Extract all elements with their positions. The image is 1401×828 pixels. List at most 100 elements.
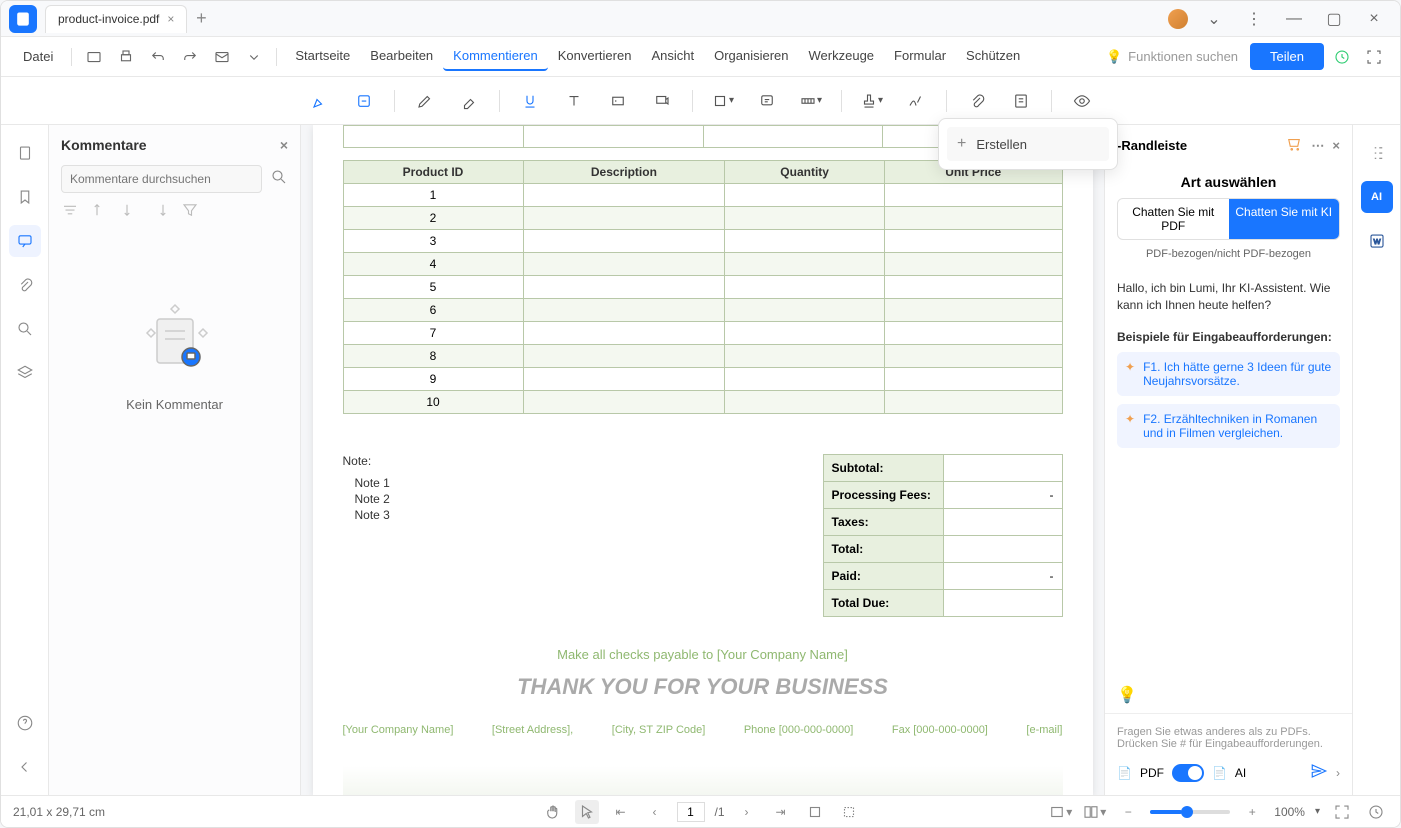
filter-icon[interactable] [181,201,201,221]
comments-search-input[interactable] [61,165,262,193]
sort-icon[interactable] [61,201,81,221]
send-icon[interactable] [1310,762,1328,783]
minimize-icon[interactable]: — [1280,5,1308,33]
menu-schützen[interactable]: Schützen [956,42,1030,71]
collapse-icon[interactable] [9,751,41,783]
view-mode-icon[interactable]: ▾ [1082,800,1106,824]
underline-icon[interactable] [512,83,548,119]
fit-width-icon[interactable]: ▾ [1048,800,1072,824]
textbox-icon[interactable] [600,83,636,119]
hand-tool-icon[interactable] [540,800,564,824]
note-icon[interactable] [749,83,785,119]
note-item: Note 3 [355,508,390,522]
close-window-icon[interactable]: × [1360,5,1388,33]
eraser-icon[interactable] [451,83,487,119]
stamp-icon[interactable]: ▾ [854,83,890,119]
comments-icon[interactable] [9,225,41,257]
menu-dropdown-icon[interactable]: ⌄ [1200,5,1228,33]
search-icon[interactable] [9,313,41,345]
redo-icon[interactable] [176,43,204,71]
sync-icon[interactable] [1328,43,1356,71]
sort-alpha-icon[interactable] [151,201,171,221]
attachment-icon[interactable] [959,83,995,119]
undo-icon[interactable] [144,43,172,71]
bookmarks-icon[interactable] [9,181,41,213]
document-area[interactable]: Product IDDescriptionQuantityUnit Price … [301,125,1104,795]
table-row: 5 [343,276,1062,299]
share-button[interactable]: Teilen [1250,43,1324,70]
zoom-out-icon[interactable]: − [1116,800,1140,824]
titlebar: product-invoice.pdf × + ⌄ ⋮ — ▢ × [1,1,1400,37]
cart-icon[interactable] [1285,135,1303,156]
last-page-icon[interactable]: ⇥ [769,800,793,824]
layers-icon[interactable] [9,357,41,389]
maximize-icon[interactable]: ▢ [1320,5,1348,33]
lightbulb-icon: 💡 [1106,49,1122,65]
document-tab[interactable]: product-invoice.pdf × [45,5,187,33]
highlight-icon[interactable] [302,83,338,119]
bulb-icon[interactable]: 💡 [1117,687,1137,704]
chevron-right-icon[interactable]: › [1336,766,1340,780]
zoom-in-icon[interactable]: + [1240,800,1264,824]
open-icon[interactable] [80,43,108,71]
first-page-icon[interactable]: ⇤ [608,800,632,824]
page-input[interactable] [676,802,704,822]
eye-icon[interactable] [1064,83,1100,119]
next-page-icon[interactable]: › [735,800,759,824]
text-icon[interactable] [556,83,592,119]
ai-example[interactable]: ✦F2. Erzähltechniken in Romanen und in F… [1117,404,1340,448]
menu-ansicht[interactable]: Ansicht [641,42,704,71]
rotate2-icon[interactable] [837,800,861,824]
menu-bearbeiten[interactable]: Bearbeiten [360,42,443,71]
text-highlight-icon[interactable] [346,83,382,119]
mode-toggle[interactable] [1172,764,1204,782]
select-tool-icon[interactable] [574,800,598,824]
ai-tab-ki[interactable]: Chatten Sie mit KI [1229,199,1340,239]
signature-icon[interactable] [898,83,934,119]
help-icon[interactable] [9,707,41,739]
table-header: Quantity [725,161,885,184]
search-icon[interactable] [270,168,288,191]
mail-icon[interactable] [208,43,236,71]
more-icon[interactable]: ⋮ [1240,5,1268,33]
word-icon[interactable]: W [1361,225,1393,257]
add-tab-button[interactable]: + [187,5,215,33]
menu-konvertieren[interactable]: Konvertieren [548,42,642,71]
create-button[interactable]: + Erstellen [947,127,1109,161]
print-icon[interactable] [112,43,140,71]
app-icon[interactable] [9,5,37,33]
menu-werkzeuge[interactable]: Werkzeuge [799,42,885,71]
form-icon[interactable] [1003,83,1039,119]
menu-kommentieren[interactable]: Kommentieren [443,42,548,71]
shape-icon[interactable]: ▾ [705,83,741,119]
sort-asc-icon[interactable] [91,201,111,221]
callout-icon[interactable] [644,83,680,119]
fullscreen-icon[interactable] [1330,800,1354,824]
menu-formular[interactable]: Formular [884,42,956,71]
ai-tab-pdf[interactable]: Chatten Sie mit PDF [1118,199,1229,239]
close-panel-icon[interactable]: × [280,137,288,153]
menu-organisieren[interactable]: Organisieren [704,42,798,71]
menu-startseite[interactable]: Startseite [285,42,360,71]
ai-icon[interactable]: AI [1361,181,1393,213]
sort-desc-icon[interactable] [121,201,141,221]
close-icon[interactable]: × [167,12,174,26]
search-functions[interactable]: 💡 Funktionen suchen [1106,49,1238,65]
pencil-icon[interactable] [407,83,443,119]
prev-page-icon[interactable]: ‹ [642,800,666,824]
ai-example[interactable]: ✦F1. Ich hätte gerne 3 Ideen für gute Ne… [1117,352,1340,396]
menu-file[interactable]: Datei [13,43,63,70]
close-ai-icon[interactable]: × [1332,138,1340,153]
footer-item: Fax [000-000-0000] [892,724,988,736]
measure-icon[interactable]: ▾ [793,83,829,119]
settings-icon[interactable] [1361,137,1393,169]
thumbnails-icon[interactable] [9,137,41,169]
rotate-icon[interactable] [803,800,827,824]
more-icon[interactable]: ⋯ [1311,138,1324,154]
expand-icon[interactable] [1360,43,1388,71]
chevron-down-icon[interactable] [240,43,268,71]
attachments-icon[interactable] [9,269,41,301]
zoom-slider[interactable] [1150,810,1230,814]
read-mode-icon[interactable] [1364,800,1388,824]
avatar[interactable] [1168,9,1188,29]
